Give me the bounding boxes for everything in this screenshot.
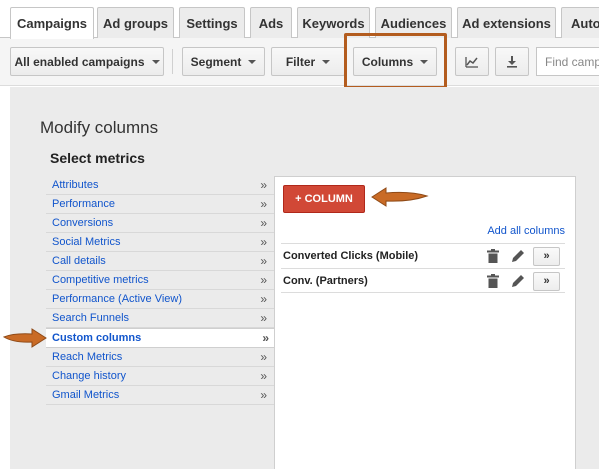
tab-ads[interactable]: Ads — [250, 7, 292, 38]
pencil-icon[interactable] — [511, 274, 525, 288]
find-campaigns-input[interactable] — [536, 47, 599, 76]
metric-item-reach-metrics[interactable]: Reach Metrics » — [46, 348, 274, 367]
trash-icon[interactable] — [487, 249, 499, 263]
filter-dropdown[interactable]: Filter — [271, 47, 345, 76]
annotation-arrow-left-icon — [371, 187, 429, 207]
tab-auto[interactable]: Auto — [561, 7, 599, 38]
double-chevron-icon: » — [262, 331, 269, 345]
tab-bar: Campaigns Ad groups Settings Ads Keyword… — [0, 0, 599, 39]
tab-ad-extensions[interactable]: Ad extensions — [457, 7, 556, 38]
metric-item-social-metrics[interactable]: Social Metrics » — [46, 233, 274, 252]
metric-label: Reach Metrics — [52, 351, 123, 363]
metric-label: Social Metrics — [52, 236, 121, 248]
columns-label: Columns — [361, 54, 414, 69]
column-row: Converted Clicks (Mobile) » — [281, 243, 565, 268]
tab-settings[interactable]: Settings — [179, 7, 245, 38]
add-all-columns-link[interactable]: Add all columns — [487, 225, 565, 237]
double-chevron-icon: » — [260, 235, 267, 249]
download-icon — [507, 56, 517, 68]
chevron-down-icon — [151, 59, 160, 64]
double-chevron-icon: » — [260, 273, 267, 287]
add-column-button[interactable]: + COLUMN — [283, 185, 365, 213]
tab-ad-groups[interactable]: Ad groups — [97, 7, 174, 38]
custom-columns-panel: + COLUMN Add all columns Converted Click… — [274, 176, 576, 469]
toolbar-divider — [172, 49, 173, 74]
tab-audiences[interactable]: Audiences — [375, 7, 452, 38]
double-chevron-icon: » — [260, 369, 267, 383]
metric-label: Custom columns — [52, 332, 142, 344]
trash-icon[interactable] — [487, 274, 499, 288]
campaign-filter-label: All enabled campaigns — [14, 54, 145, 69]
metric-item-performance-active-view[interactable]: Performance (Active View) » — [46, 290, 274, 309]
chevron-down-icon — [248, 59, 257, 64]
metric-label: Performance (Active View) — [52, 293, 183, 305]
metric-item-competitive-metrics[interactable]: Competitive metrics » — [46, 271, 274, 290]
metric-item-call-details[interactable]: Call details » — [46, 252, 274, 271]
metric-label: Search Funnels — [52, 312, 130, 324]
metric-item-attributes[interactable]: Attributes » — [46, 176, 274, 195]
line-chart-icon — [465, 56, 478, 68]
column-row: Conv. (Partners) » — [281, 268, 565, 293]
double-chevron-icon: » — [260, 254, 267, 268]
tab-keywords[interactable]: Keywords — [297, 7, 370, 38]
double-chevron-icon: » — [260, 178, 267, 192]
chevron-down-icon — [322, 59, 331, 64]
metric-label: Call details — [52, 255, 106, 267]
toolbar-divider — [446, 49, 447, 74]
metric-label: Gmail Metrics — [52, 389, 120, 401]
select-metrics-heading: Select metrics — [50, 150, 145, 166]
double-chevron-icon: » — [260, 311, 267, 325]
metrics-list: Attributes » Performance » Conversions » So… — [46, 176, 276, 405]
column-more-button[interactable]: » — [533, 272, 560, 291]
columns-dropdown[interactable]: Columns — [353, 47, 437, 76]
modify-columns-title: Modify columns — [40, 118, 159, 137]
double-chevron-icon: » — [260, 388, 267, 402]
metric-item-search-funnels[interactable]: Search Funnels » — [46, 309, 274, 328]
tab-campaigns[interactable]: Campaigns — [10, 7, 94, 39]
download-button[interactable] — [495, 47, 529, 76]
double-chevron-icon: » — [260, 216, 267, 230]
metric-item-conversions[interactable]: Conversions » — [46, 214, 274, 233]
chevron-down-icon — [420, 59, 429, 64]
chart-toggle-button[interactable] — [455, 47, 489, 76]
double-chevron-icon: » — [260, 197, 267, 211]
segment-dropdown[interactable]: Segment — [182, 47, 265, 76]
metric-label: Conversions — [52, 217, 114, 229]
campaign-filter-dropdown[interactable]: All enabled campaigns — [10, 47, 164, 76]
metric-label: Attributes — [52, 179, 99, 191]
double-chevron-icon: » — [260, 350, 267, 364]
toolbar: All enabled campaigns Segment Filter Col… — [0, 38, 599, 86]
metric-label: Change history — [52, 370, 126, 382]
metric-item-custom-columns[interactable]: Custom columns » — [46, 328, 276, 348]
annotation-arrow-right-icon — [2, 328, 47, 348]
pencil-icon[interactable] — [511, 249, 525, 263]
metric-item-performance[interactable]: Performance » — [46, 195, 274, 214]
metric-label: Competitive metrics — [52, 274, 149, 286]
column-more-button[interactable]: » — [533, 247, 560, 266]
column-name: Converted Clicks (Mobile) — [283, 250, 419, 262]
double-chevron-icon: » — [260, 292, 267, 306]
filter-label: Filter — [285, 54, 316, 69]
column-name: Conv. (Partners) — [283, 275, 368, 287]
metric-item-change-history[interactable]: Change history » — [46, 367, 274, 386]
metric-label: Performance — [52, 198, 115, 210]
segment-label: Segment — [190, 54, 242, 69]
metric-item-gmail-metrics[interactable]: Gmail Metrics » — [46, 386, 274, 405]
